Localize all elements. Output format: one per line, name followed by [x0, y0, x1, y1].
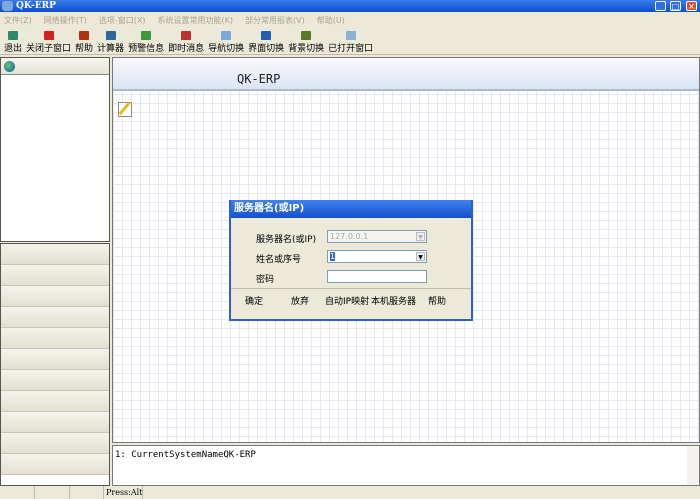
menu-network[interactable]: 网络操作(T) — [44, 12, 87, 29]
log-scrollbar[interactable] — [687, 446, 699, 485]
log-line: 1: CurrentSystemNameQK-ERP — [115, 450, 256, 460]
workspace-title: QK-ERP — [237, 72, 281, 86]
toolbar-button-3[interactable]: 计算器 — [95, 29, 126, 54]
toolbar: 退出 关闭子窗口 帮助 计算器 预警信息 即时消息 导航切换 界面切换 背景切换 已打开窗口 — [0, 29, 700, 55]
password-field[interactable] — [327, 270, 427, 283]
toolbar-label: 退出 — [4, 44, 23, 54]
close-icon — [43, 31, 54, 40]
cancel-button[interactable]: 放弃 — [291, 294, 309, 307]
window-title: QK-ERP — [16, 1, 56, 11]
toolbar-button-6[interactable]: 导航切换 — [206, 29, 246, 54]
toolbar-label: 导航切换 — [208, 44, 245, 54]
notepad-edit-icon[interactable] — [118, 102, 132, 117]
toolbar-button-4[interactable]: 预警信息 — [126, 29, 166, 54]
status-cell — [70, 486, 104, 499]
toolbar-label: 背景切换 — [288, 44, 325, 54]
toolbar-label: 即时消息 — [168, 44, 205, 54]
navigation-list-item[interactable] — [1, 412, 109, 433]
close-window-button[interactable]: × — [686, 1, 697, 11]
windows-icon — [345, 31, 356, 40]
navigation-list-item[interactable] — [1, 265, 109, 286]
toolbar-label: 计算器 — [97, 44, 125, 54]
navigation-list — [0, 243, 110, 486]
menu-reports[interactable]: 部分常用报表(V) — [245, 12, 305, 29]
menu-options-window[interactable]: 选项-窗口(X) — [99, 12, 146, 29]
server-value: 127.0.0.1 — [330, 232, 369, 241]
background-icon — [301, 31, 312, 40]
toolbar-label: 帮助 — [75, 44, 94, 54]
password-label: 密码 — [256, 275, 275, 285]
message-icon — [181, 31, 192, 40]
user-value: 1 — [330, 252, 336, 261]
server-label: 服务器名(或IP) — [256, 235, 317, 245]
chevron-down-icon[interactable]: ▼ — [416, 232, 425, 241]
navigation-icon — [221, 31, 232, 40]
title-bar: QK-ERP _ □ × — [0, 0, 700, 12]
workspace-header: QK-ERP — [113, 58, 699, 91]
help-button[interactable]: 帮助 — [428, 294, 446, 307]
navigation-list-item[interactable] — [1, 454, 109, 475]
menu-help[interactable]: 帮助(U) — [317, 12, 345, 29]
toolbar-button-7[interactable]: 界面切换 — [246, 29, 286, 54]
user-select[interactable]: 1 ▼ — [327, 250, 427, 263]
toolbar-label: 已打开窗口 — [328, 44, 374, 54]
menu-bar: 文件(Z) 网络操作(T) 选项-窗口(X) 系统设置常用功能(K) 部分常用报… — [0, 12, 700, 29]
app-logo-icon — [2, 1, 13, 11]
toolbar-button-9[interactable]: 已打开窗口 — [326, 29, 375, 54]
calculator-icon — [105, 31, 116, 40]
log-panel: 1: CurrentSystemNameQK-ERP — [112, 445, 700, 486]
toolbar-label: 界面切换 — [248, 44, 285, 54]
navigation-list-item[interactable] — [1, 433, 109, 454]
toolbar-button-1[interactable]: 关闭子窗口 — [24, 29, 73, 54]
server-select[interactable]: 127.0.0.1 ▼ — [327, 230, 427, 243]
user-label: 姓名或序号 — [256, 255, 302, 265]
ok-button[interactable]: 确定 — [245, 294, 263, 307]
minimize-button[interactable]: _ — [655, 1, 666, 11]
toolbar-label: 关闭子窗口 — [26, 44, 72, 54]
local-server-button[interactable]: 本机服务器 — [371, 294, 416, 307]
navigation-list-item[interactable] — [1, 349, 109, 370]
globe-icon[interactable] — [4, 61, 15, 72]
navigation-list-item[interactable] — [1, 328, 109, 349]
globe-icon — [261, 31, 272, 40]
warning-doc-icon — [141, 31, 152, 40]
toolbar-button-2[interactable]: 帮助 — [73, 29, 95, 54]
maximize-button[interactable]: □ — [670, 1, 681, 11]
navigation-list-item[interactable] — [1, 307, 109, 328]
menu-system-settings[interactable]: 系统设置常用功能(K) — [157, 12, 233, 29]
chevron-down-icon[interactable]: ▼ — [416, 252, 425, 261]
status-text: Press:Alt — [106, 486, 144, 499]
status-cell — [0, 486, 35, 499]
divider — [231, 288, 471, 289]
navigation-list-item[interactable] — [1, 286, 109, 307]
menu-file[interactable]: 文件(Z) — [4, 12, 32, 29]
tree-header — [1, 58, 109, 75]
toolbar-button-0[interactable]: 退出 — [2, 29, 24, 54]
toolbar-button-8[interactable]: 背景切换 — [286, 29, 326, 54]
help-book-icon — [79, 31, 90, 40]
toolbar-label: 预警信息 — [128, 44, 165, 54]
navigation-list-item[interactable] — [1, 370, 109, 391]
exit-icon — [8, 31, 18, 40]
auto-ip-map-button[interactable]: 自动IP映射 — [325, 294, 369, 307]
server-login-dialog: 服务器名(或IP) 服务器名(或IP) 127.0.0.1 ▼ 姓名或序号 1 ▼ … — [229, 200, 473, 321]
status-cell — [35, 486, 70, 499]
navigation-tree-panel — [0, 57, 110, 242]
status-bar: Press:Alt — [0, 486, 700, 499]
navigation-list-item[interactable] — [1, 391, 109, 412]
navigation-list-item[interactable] — [1, 244, 109, 265]
toolbar-button-5[interactable]: 即时消息 — [166, 29, 206, 54]
dialog-title: 服务器名(或IP) — [231, 200, 471, 218]
